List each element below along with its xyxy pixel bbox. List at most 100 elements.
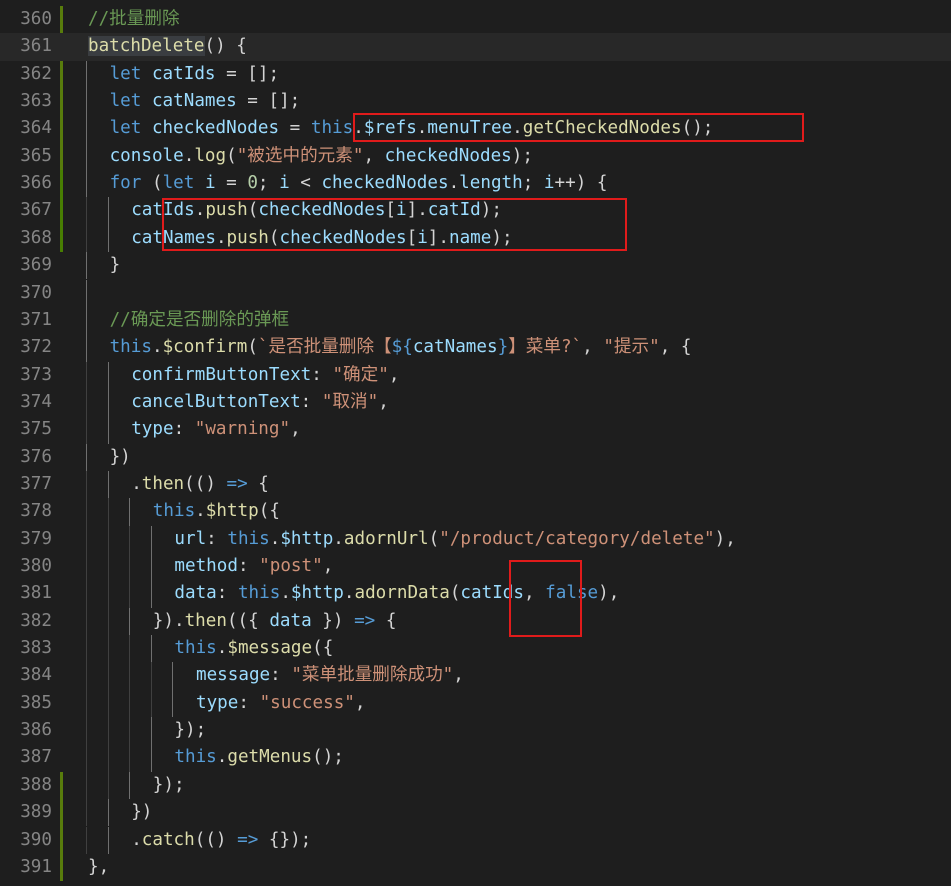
line-number: 378 — [20, 501, 52, 522]
code-line[interactable]: 375 type: "warning", — [0, 416, 951, 444]
indent-guide — [129, 717, 131, 745]
code-line[interactable]: 384 message: "菜单批量删除成功", — [0, 662, 951, 690]
code-line[interactable]: 373 confirmButtonText: "确定", — [0, 361, 951, 389]
code-token: let — [109, 91, 142, 112]
code-token: this — [227, 528, 270, 549]
code-token: ), — [714, 528, 736, 549]
code-token: ( — [428, 528, 440, 549]
indent-guide — [107, 689, 109, 718]
code-line[interactable]: 382 }).then(({ data }) => { — [0, 607, 951, 636]
code-line[interactable]: 365 console.log("被选中的元素", checkedNodes); — [0, 142, 951, 171]
code-token: catch — [141, 829, 195, 850]
code-line[interactable]: 380 method: "post", — [0, 553, 951, 581]
code-token: = []; — [215, 63, 280, 84]
line-number: 386 — [20, 720, 52, 741]
code-token: () { — [204, 36, 247, 57]
code-line[interactable]: 379 url: this.$http.adornUrl("/product/ca… — [0, 525, 951, 553]
code-line[interactable]: 390 .catch(() => {}); — [0, 826, 951, 854]
code-line[interactable]: 361 batchDelete() { — [0, 33, 951, 61]
indent-guide — [129, 525, 131, 553]
code-text: type: "warning", — [131, 416, 301, 443]
code-token: . — [131, 829, 142, 850]
line-number: 375 — [20, 419, 52, 440]
code-token: "post" — [259, 556, 323, 576]
indent-guide — [86, 607, 87, 636]
code-token: this — [174, 638, 217, 659]
code-token: . — [183, 145, 195, 166]
code-text: //确定是否删除的弹框 — [110, 307, 290, 334]
code-text: for (let i = 0; i < checkedNodes.length;… — [110, 170, 608, 197]
indent-guide — [172, 662, 174, 690]
code-token: (() — [184, 473, 227, 494]
code-token: $message — [227, 638, 313, 659]
code-token: => — [354, 610, 376, 631]
indent-guide — [107, 580, 109, 608]
indent-guide — [86, 662, 87, 690]
code-token: this — [152, 501, 196, 522]
indent-guide — [129, 553, 131, 581]
annotation-box-push-lines — [162, 198, 627, 251]
indent-guide — [172, 689, 174, 718]
code-line[interactable]: 360 //批量删除 — [0, 6, 951, 33]
code-line[interactable]: 372 this.$confirm(`是否批量删除【${catNames}】菜单?… — [0, 334, 951, 362]
code-token: 0 — [247, 173, 258, 194]
code-line[interactable]: 376}) — [0, 443, 951, 471]
code-line[interactable]: 377 .then(() => { — [0, 470, 951, 499]
code-line[interactable]: 386}); — [0, 717, 951, 745]
code-token: , — [290, 419, 301, 440]
code-token: adornUrl — [343, 528, 429, 549]
code-line[interactable]: 389}) — [0, 799, 951, 827]
code-token: log — [194, 145, 227, 166]
code-text: }).then(({ data }) => { — [153, 608, 397, 635]
code-text: .then(() => { — [131, 471, 269, 498]
indent-guide — [86, 771, 87, 800]
indent-guide — [107, 799, 109, 827]
code-token: , — [388, 364, 400, 385]
code-line[interactable]: 391}, — [0, 854, 951, 881]
code-text: batchDelete() { — [88, 33, 247, 60]
line-number: 382 — [20, 610, 52, 631]
code-text: url: this.$http.adornUrl("/product/categ… — [174, 526, 735, 553]
code-line[interactable]: 378 this.$http({ — [0, 498, 951, 526]
code-token: i — [279, 173, 290, 194]
code-token: then — [141, 473, 185, 494]
code-line[interactable]: 385 type: "success", — [0, 689, 951, 718]
indent-guide — [129, 662, 131, 690]
line-number: 369 — [20, 255, 52, 276]
code-token: . — [343, 583, 355, 604]
code-token: . — [216, 638, 228, 659]
code-line[interactable]: 387 this.getMenus(); — [0, 744, 951, 772]
code-token: }) — [109, 446, 131, 467]
code-line[interactable]: 381 data: this.$http.adornData(catIds, fa… — [0, 580, 951, 608]
indent-guide — [86, 826, 87, 854]
indent-guide — [86, 717, 87, 745]
code-token: ++) { — [554, 173, 608, 194]
line-number: 389 — [20, 802, 52, 823]
code-line[interactable]: 369} — [0, 252, 951, 280]
code-line[interactable]: 370 — [0, 279, 951, 307]
code-line[interactable]: 374 cancelButtonText: "取消", — [0, 388, 951, 417]
indent-guide — [107, 607, 109, 636]
code-token: //确定是否删除的弹框 — [109, 309, 290, 330]
code-token: "success" — [259, 692, 355, 713]
code-line[interactable]: 366 for (let i = 0; i < checkedNodes.leng… — [0, 170, 951, 198]
code-line[interactable]: 363 let catNames = []; — [0, 88, 951, 116]
code-line[interactable]: 388}); — [0, 771, 951, 800]
indent-guide — [107, 197, 109, 225]
code-line[interactable]: 362 let catIds = []; — [0, 60, 951, 89]
indent-guide — [150, 635, 152, 663]
code-line[interactable]: 383 this.$message({ — [0, 635, 951, 663]
code-token: let — [109, 63, 142, 84]
code-line[interactable]: 371 //确定是否删除的弹框 — [0, 306, 951, 335]
line-number: 384 — [20, 665, 52, 686]
line-number: 368 — [20, 227, 52, 248]
code-editor[interactable]: 360 //批量删除 361 batchDelete() {362 let catIds… — [0, 0, 951, 886]
indent-guide — [86, 635, 87, 663]
indent-guide — [107, 635, 109, 663]
indent-guide — [86, 170, 87, 198]
indent-guide — [129, 771, 131, 800]
line-number: 361 — [20, 36, 52, 57]
code-text: .catch(() => {}); — [131, 827, 311, 854]
